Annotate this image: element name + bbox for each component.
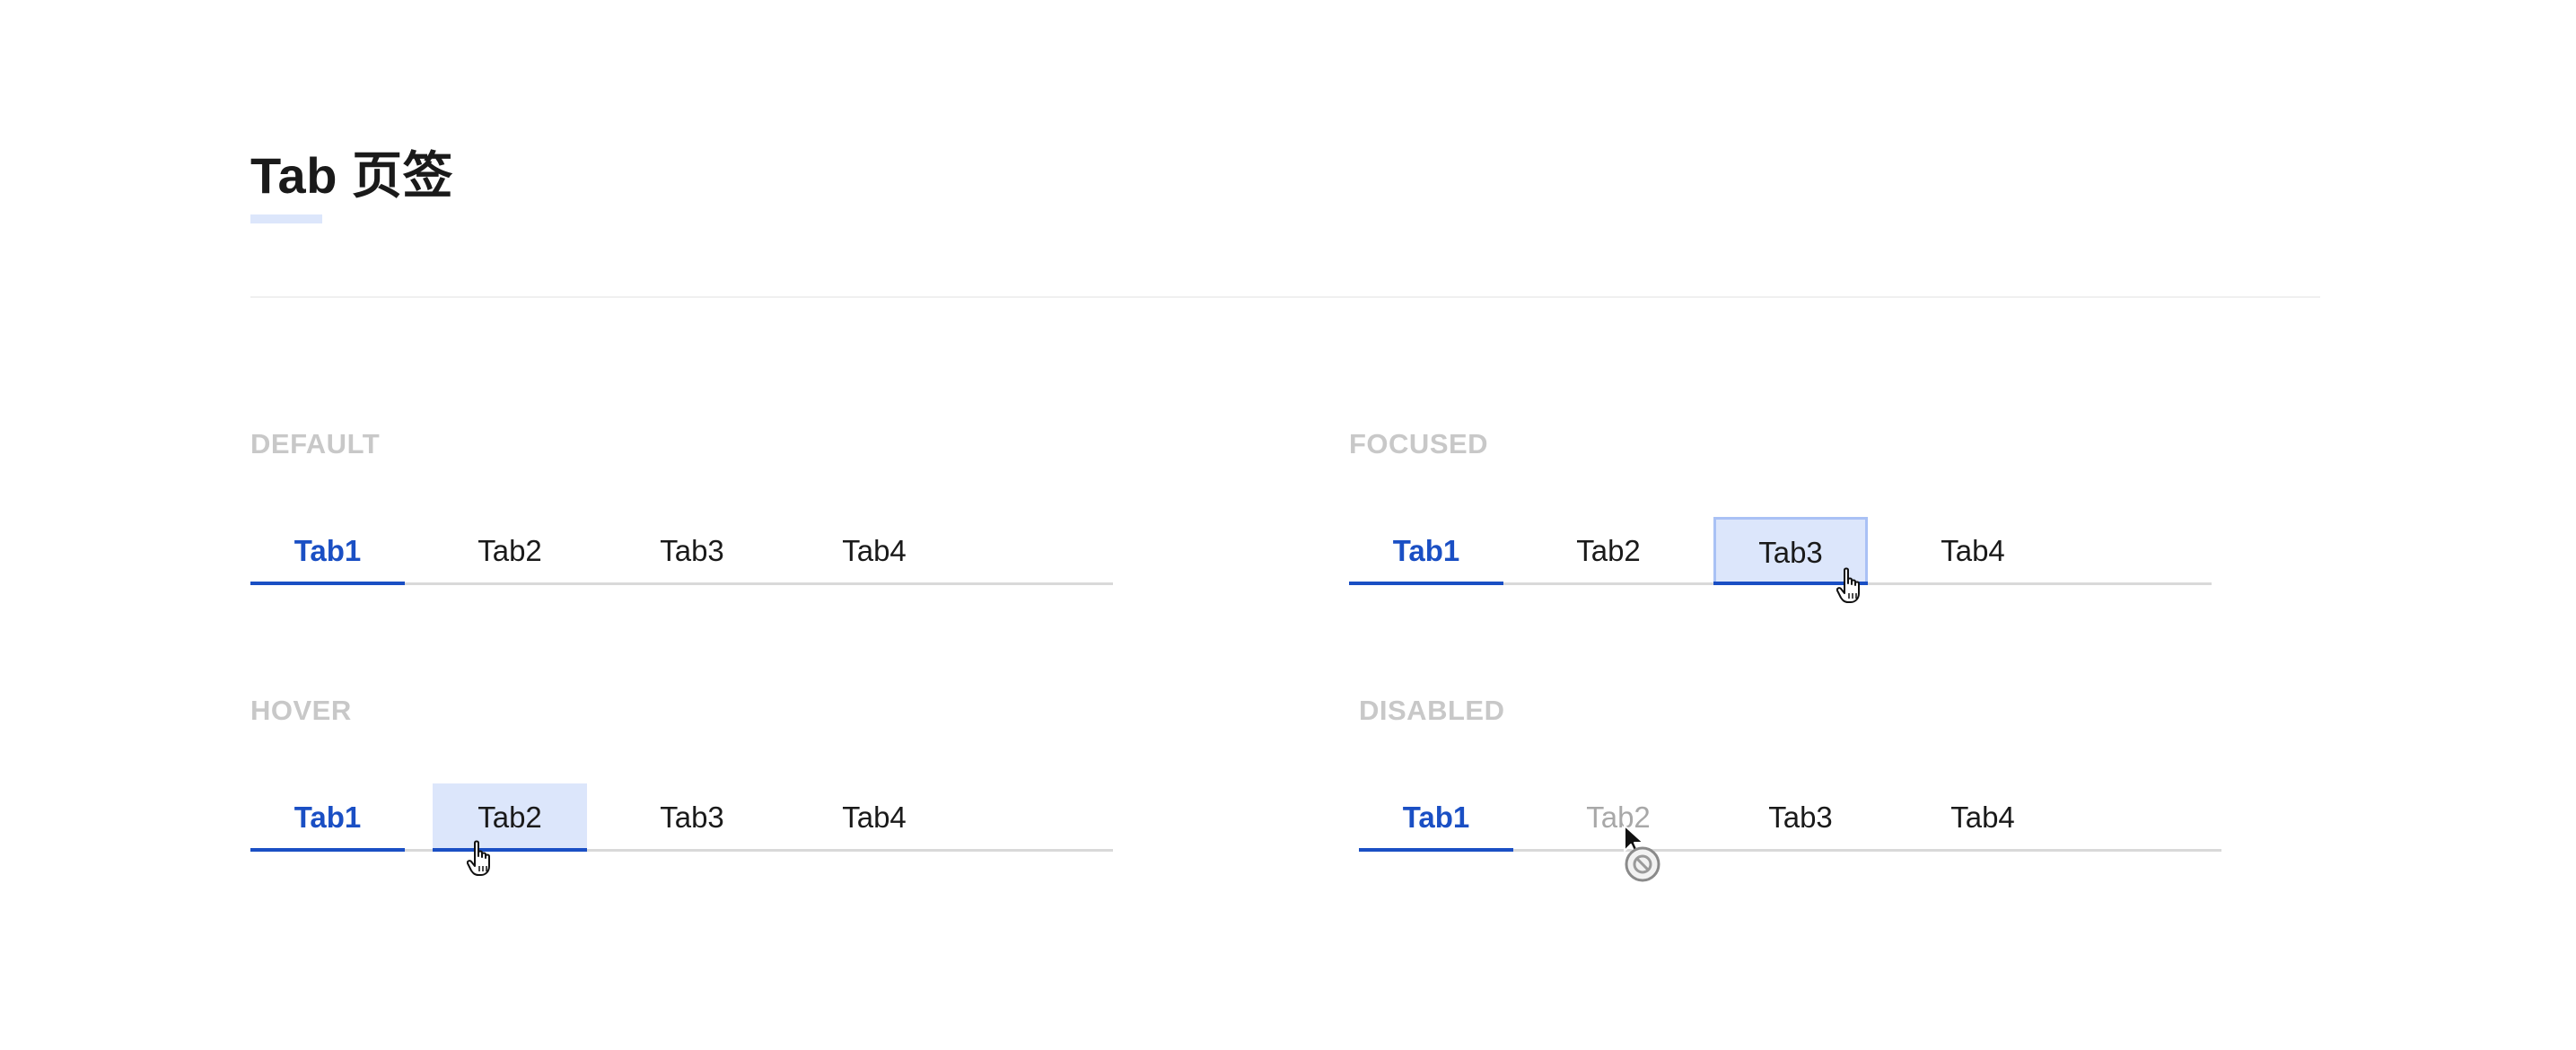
tab-default-2[interactable]: Tab2 (433, 517, 587, 585)
title-accent-bar (250, 214, 322, 223)
section-label-disabled: DISABLED (1359, 695, 1505, 726)
title-divider (250, 296, 2320, 298)
section-label-default: DEFAULT (250, 428, 381, 459)
tab-disabled-4[interactable]: Tab4 (1906, 783, 2060, 852)
tabbar-hover: Tab1 Tab2 Tab3 Tab4 (250, 783, 1113, 852)
tab-hover-3[interactable]: Tab3 (615, 783, 769, 852)
tabbar-default: Tab1 Tab2 Tab3 Tab4 (250, 517, 1113, 585)
tab-hover-1[interactable]: Tab1 (250, 783, 405, 852)
tabbar-focused: Tab1 Tab2 Tab3 Tab4 (1349, 517, 2212, 585)
tab-hover-4[interactable]: Tab4 (797, 783, 951, 852)
tab-default-4[interactable]: Tab4 (797, 517, 951, 585)
tab-focused-4[interactable]: Tab4 (1896, 517, 2050, 585)
tab-default-1[interactable]: Tab1 (250, 517, 405, 585)
page-title: Tab 页签 (250, 147, 453, 204)
tab-disabled-3[interactable]: Tab3 (1723, 783, 1878, 852)
tab-default-3[interactable]: Tab3 (615, 517, 769, 585)
section-label-focused: FOCUSED (1349, 428, 1489, 459)
tab-focused-1[interactable]: Tab1 (1349, 517, 1503, 585)
tab-disabled-2: Tab2 (1586, 801, 1651, 834)
tab-focused-3[interactable]: Tab3 (1713, 517, 1868, 585)
tab-hover-2[interactable]: Tab2 (433, 783, 587, 852)
section-label-hover: HOVER (250, 695, 352, 726)
tab-focused-2[interactable]: Tab2 (1531, 517, 1686, 585)
tabbar-disabled: Tab1 Tab2 Tab3 Tab4 (1359, 783, 2221, 852)
tab-disabled-1[interactable]: Tab1 (1359, 783, 1513, 852)
